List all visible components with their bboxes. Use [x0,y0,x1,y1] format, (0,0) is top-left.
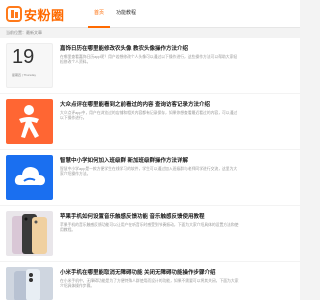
article-desc: 大众点评app中，用户在浏览过的店铺和相关内容都有记录保存，如果你想查看最近看过… [60,111,238,120]
site-header: 安粉圈 首页 功能教程 [0,0,300,28]
article-thumbnail[interactable] [6,155,53,200]
cloud-icon [14,167,45,186]
calendar-weekday: 星期四 | Thursday [12,73,36,77]
article-desc: 在哪里查看嘉饰日历app呢？用户若想修改个人头像可以通过以下操作进行，这些操作方… [60,55,238,64]
article-desc: 智慧中小学app是一款方便学生在线学习的软件，学生可以通过加入班级群与老师同学进… [60,167,238,176]
article-desc: 在小米手机中，无障碍功能是为了方便特殊人群使用而设计的功能，如果不需要可以将其关… [60,279,239,288]
main-nav: 首页 功能教程 [88,0,142,28]
article-title[interactable]: 大众点评在哪里能看到之前看过的内容 查询访客记录方法介绍 [60,100,210,108]
article-card[interactable]: 19 星期四 | Thursday 嘉饰日历在哪里能修改农头像 教农头像操作方法… [0,38,300,93]
breadcrumb: 当前位置：最新文章 [6,30,42,35]
calendar-date: 19 [12,46,35,68]
article-title[interactable]: 小米手机在哪里能取消无障碍功能 关闭无障碍功能操作步骤介绍 [60,268,216,276]
article-card[interactable]: 大众点评在哪里能看到之前看过的内容 查询访客记录方法介绍 大众点评app中，用户… [0,94,300,149]
article-card[interactable]: 智慧中小学如何加入班级群 新加班级群操作方法详解 智慧中小学app是一款方便学生… [0,150,300,205]
dianping-logo-icon [19,105,39,138]
article-thumbnail[interactable] [6,99,53,144]
article-thumbnail[interactable] [6,211,53,256]
article-card[interactable]: 苹果手机如何设置音乐触感反馈功能 音乐触感反馈使用教程 苹果手机的音乐触感反馈功… [0,206,300,261]
article-desc: 苹果手机的音乐触感反馈功能可以让用户在听音乐时感受到节奏振动，下面为大家介绍具体… [60,223,239,232]
xiaomi-phone-icon [14,269,40,300]
nav-item-home[interactable]: 首页 [88,0,111,28]
article-title[interactable]: 嘉饰日历在哪里能修改农头像 教农头像操作方法介绍 [60,44,188,52]
nav-item-tutorials[interactable]: 功能教程 [110,0,142,28]
iphone-icon [12,214,47,254]
logo-text: 安粉圈 [24,7,65,23]
site-logo[interactable]: 安粉圈 [6,5,65,23]
article-title[interactable]: 智慧中小学如何加入班级群 新加班级群操作方法详解 [60,156,188,164]
article-thumbnail[interactable]: 19 星期四 | Thursday [6,43,53,88]
article-card[interactable]: 小米手机在哪里能取消无障碍功能 关闭无障碍功能操作步骤介绍 在小米手机中，无障碍… [0,262,300,300]
logo-icon [6,6,22,22]
article-title[interactable]: 苹果手机如何设置音乐触感反馈功能 音乐触感反馈使用教程 [60,212,205,220]
article-thumbnail[interactable] [6,267,53,300]
